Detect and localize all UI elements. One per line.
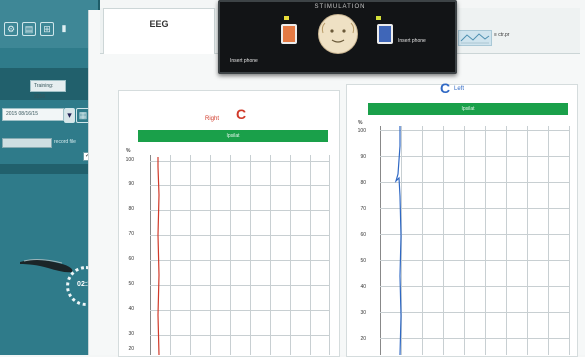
left-insert-phone-icon[interactable] xyxy=(281,24,297,44)
right-y-unit: % xyxy=(126,148,131,154)
graph-label: ≡ ctr.pr xyxy=(494,32,510,38)
right-plot-area xyxy=(150,155,330,355)
graph-icon[interactable] xyxy=(458,30,492,46)
left-y-tick: 40 xyxy=(360,284,366,290)
left-y-tick: 100 xyxy=(357,128,366,134)
left-y-tick: 50 xyxy=(360,258,366,264)
right-insert-phone-icon[interactable] xyxy=(377,24,393,44)
left-insert-label: Insert phone xyxy=(230,58,258,64)
date-field[interactable]: 2015 08/16/15 xyxy=(2,108,64,121)
right-ear-bar[interactable]: Ipsilat xyxy=(138,130,328,142)
stimulation-title: STIMULATION xyxy=(314,4,366,10)
chevron-down-icon[interactable]: ▾ xyxy=(64,108,75,123)
probe-icon[interactable]: ▮ xyxy=(58,22,70,34)
right-y-tick: 40 xyxy=(128,306,134,312)
right-y-tick: 80 xyxy=(128,206,134,212)
head-icon xyxy=(318,14,358,54)
sidebar-divider xyxy=(0,164,95,174)
left-ear-icon: C xyxy=(440,80,451,96)
right-y-tick: 20 xyxy=(128,346,134,352)
left-ear-title: Left xyxy=(454,86,465,92)
probe-device-image xyxy=(20,259,73,273)
left-y-tick: 60 xyxy=(360,232,366,238)
left-y-tick: 80 xyxy=(360,180,366,186)
right-ear-icon: C xyxy=(236,106,247,122)
head-face xyxy=(321,22,355,43)
graph-icon-lines xyxy=(460,33,490,44)
right-y-tick: 70 xyxy=(128,231,134,237)
left-trace xyxy=(394,126,402,355)
left-y-tick: 90 xyxy=(360,154,366,160)
record-slider[interactable] xyxy=(2,138,52,148)
left-insert-indicator xyxy=(284,16,289,20)
left-y-tick: 30 xyxy=(360,310,366,316)
session-field[interactable]: Training: 2016 xyxy=(30,80,66,100)
right-y-tick: 50 xyxy=(128,281,134,287)
right-y-tick: 30 xyxy=(128,331,134,337)
right-y-tick: 60 xyxy=(128,256,134,262)
left-y-unit: % xyxy=(358,120,363,126)
right-insert-indicator xyxy=(376,16,381,20)
print-icon[interactable]: ▤ xyxy=(22,22,36,36)
right-y-tick: 100 xyxy=(125,157,134,163)
network-icon[interactable]: ⊞ xyxy=(40,22,54,36)
left-ear-bar[interactable]: Ipsilat xyxy=(368,103,568,115)
right-insert-label: Insert phone xyxy=(398,38,426,44)
right-ear-title: Right xyxy=(205,116,220,122)
right-trace xyxy=(157,157,160,355)
right-y-tick: 90 xyxy=(128,181,134,187)
left-plot-area xyxy=(380,126,570,355)
record-label: record file xyxy=(54,139,76,145)
settings-icon[interactable]: ⚙ xyxy=(4,22,18,36)
left-y-tick: 20 xyxy=(360,336,366,342)
stimulation-widget: STIMULATION Insert phone Insert phone xyxy=(218,0,457,74)
tab-eeg[interactable]: EEG xyxy=(103,8,215,54)
left-y-tick: 70 xyxy=(360,206,366,212)
